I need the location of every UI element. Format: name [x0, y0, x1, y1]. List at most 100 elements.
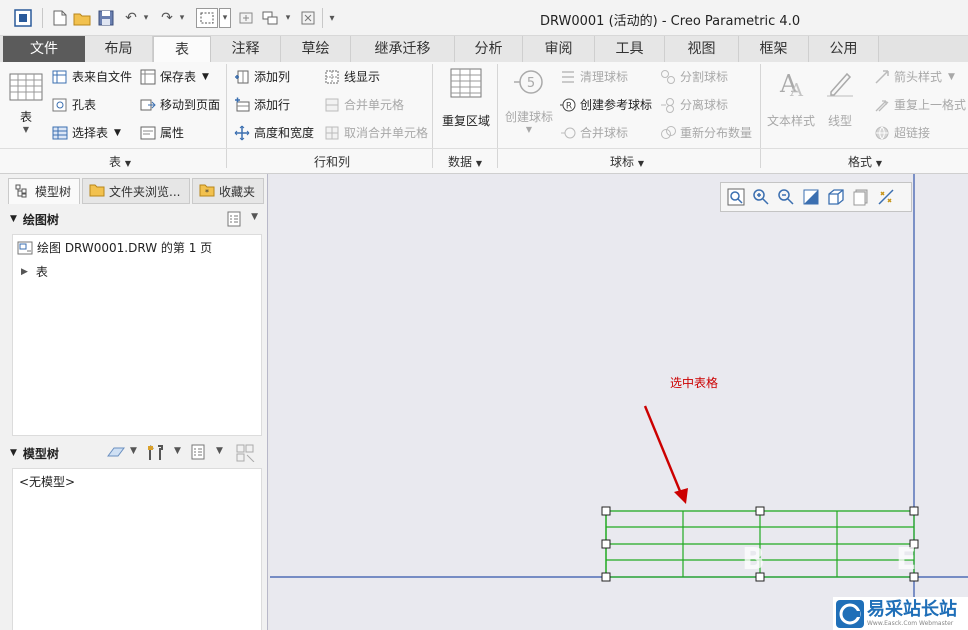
unmerge-cells-button[interactable]: 取消合并单元格 [324, 124, 428, 141]
tab-model-tree[interactable]: 模型树 [8, 178, 80, 204]
tab-common[interactable]: 公用 [809, 36, 879, 62]
chevron-down-icon: ▼ [124, 159, 131, 168]
merge-balloon-button[interactable]: 合并球标 [560, 124, 628, 141]
collapse-triangle-icon[interactable]: ▼ [10, 448, 17, 458]
tab-table[interactable]: 表 [153, 36, 211, 63]
select-table-button[interactable]: 选择表 ▼ [52, 124, 121, 141]
table-from-file-button[interactable]: 表来自文件 [52, 68, 132, 85]
split-balloon-icon [660, 69, 676, 85]
drawing-tree-header[interactable]: ▼ 绘图树 ▼ [10, 206, 262, 232]
redo-dropdown-icon[interactable]: ▾ [176, 8, 188, 28]
create-ref-balloon-button[interactable]: R 创建参考球标 [560, 96, 652, 113]
tab-file[interactable]: 文件 [3, 36, 85, 62]
favorites-star-icon: * [199, 183, 215, 199]
add-row-button[interactable]: 添加行 [234, 96, 290, 113]
annotation-label: 选中表格 [670, 376, 719, 390]
select-box-icon[interactable] [196, 8, 218, 28]
model-display-icon[interactable] [236, 444, 256, 463]
repeat-format-icon [874, 97, 890, 113]
drawing-canvas[interactable]: 选中表格 B E [270, 174, 968, 630]
tab-layout[interactable]: 布局 [85, 36, 153, 62]
tree-item-drawing-sheet[interactable]: 绘图 DRW0001.DRW 的第 1 页 [17, 239, 212, 256]
folder-icon [89, 183, 105, 199]
select-table-icon [52, 125, 68, 141]
app-menu-icon[interactable] [12, 8, 34, 28]
tab-legacy-migration[interactable]: 继承迁移 [351, 36, 455, 62]
hyperlink-button[interactable]: 超链接 [874, 124, 930, 141]
add-column-button[interactable]: 添加列 [234, 68, 290, 85]
redo-icon[interactable]: ↷ [158, 8, 176, 28]
new-file-icon[interactable] [50, 8, 70, 28]
ribbon-panel: 表 ▼ 表来自文件 保存表 ▼ 孔表 移动到页面 选择表 ▼ 属性 添加列 线显… [0, 62, 968, 174]
line-style-pen-icon [827, 72, 853, 97]
chevron-down-icon[interactable]: ▼ [130, 446, 137, 456]
merge-balloon-icon [560, 125, 576, 141]
redistribute-qty-button[interactable]: 重新分布数量 [660, 124, 752, 141]
customize-toolbar-icon[interactable]: ▾ [326, 8, 338, 28]
tab-tools[interactable]: 工具 [595, 36, 665, 62]
tab-sketch[interactable]: 草绘 [281, 36, 351, 62]
windows-icon[interactable] [260, 8, 280, 28]
undo-dropdown-icon[interactable]: ▾ [140, 8, 152, 28]
chevron-down-icon: ▼ [202, 71, 209, 82]
group-label-balloon[interactable]: 球标 ▼ [596, 153, 658, 170]
close-window-icon[interactable] [298, 8, 318, 28]
group-label-data[interactable]: 数据 ▼ [434, 153, 496, 170]
group-label-rows-cols: 行和列 [313, 155, 350, 169]
properties-button[interactable]: 属性 [140, 124, 184, 141]
save-icon[interactable] [96, 8, 116, 28]
chevron-down-icon[interactable]: ▼ [174, 446, 181, 456]
model-tree-header[interactable]: ▼ 模型树 ▼ ▼ ▼ [10, 440, 262, 466]
save-table-button[interactable]: 保存表 ▼ [140, 68, 209, 85]
model-tree: <无模型> [12, 468, 262, 630]
collapse-triangle-icon[interactable]: ▼ [10, 214, 17, 224]
hole-table-icon [52, 97, 68, 113]
arrow-style-button[interactable]: 箭头样式 ▼ [874, 68, 955, 85]
tab-view[interactable]: 视图 [665, 36, 739, 62]
split-balloon-button[interactable]: 分割球标 [660, 68, 728, 85]
group-label-table[interactable]: 表 ▼ [90, 153, 150, 170]
undo-icon[interactable]: ↶ [122, 8, 140, 28]
tree-item-table[interactable]: ▶ 表 [21, 263, 48, 280]
expand-triangle-icon[interactable]: ▶ [21, 267, 28, 277]
tab-review[interactable]: 审阅 [523, 36, 595, 62]
tree-settings-icon[interactable] [190, 444, 208, 462]
open-folder-icon[interactable] [72, 8, 92, 28]
canvas-drawing [270, 174, 968, 630]
detach-balloon-button[interactable]: 分离球标 [660, 96, 728, 113]
windows-dropdown-icon[interactable]: ▾ [282, 8, 294, 28]
regenerate-icon[interactable] [236, 8, 256, 28]
tab-annotate[interactable]: 注释 [211, 36, 281, 62]
repeat-region-button[interactable]: 重复区域 [440, 68, 492, 142]
height-width-button[interactable]: 高度和宽度 [234, 124, 314, 141]
chevron-down-icon[interactable]: ▼ [216, 446, 223, 456]
text-style-button[interactable]: AA 文本样式 [766, 68, 816, 142]
chevron-down-icon: ▼ [22, 125, 30, 134]
balloon-icon: 5 [514, 70, 543, 94]
line-display-button[interactable]: 线显示 [324, 68, 380, 85]
repeat-last-format-button[interactable]: 重复上一格式 [874, 96, 966, 113]
line-style-button[interactable]: 线型 [822, 68, 858, 142]
chevron-down-icon[interactable]: ▼ [251, 212, 258, 222]
chevron-down-icon: ▼ [475, 159, 482, 168]
merge-cells-button[interactable]: 合并单元格 [324, 96, 404, 113]
show-filter-icon[interactable] [106, 444, 126, 462]
create-balloon-button[interactable]: 5 创建球标 ▼ [502, 68, 556, 142]
table-button-label: 表 [19, 110, 32, 124]
clean-balloon-button[interactable]: 清理球标 [560, 68, 628, 85]
move-to-page-button[interactable]: 移动到页面 [140, 96, 220, 113]
hole-table-button[interactable]: 孔表 [52, 96, 96, 113]
tab-frame[interactable]: 框架 [739, 36, 809, 62]
table-button[interactable]: 表 ▼ [8, 72, 44, 146]
group-label-format[interactable]: 格式 ▼ [834, 153, 896, 170]
ribbon-tabs: 文件 布局 表 注释 草绘 继承迁移 分析 审阅 工具 视图 框架 公用 [0, 36, 968, 63]
select-dropdown-icon[interactable]: ▾ [219, 8, 231, 28]
tab-analysis[interactable]: 分析 [455, 36, 523, 62]
ghost-letter-e: E [896, 542, 917, 577]
svg-text:A: A [789, 80, 804, 98]
tools-icon[interactable] [146, 444, 164, 462]
tab-favorites[interactable]: * 收藏夹 [192, 178, 264, 204]
left-panel: 模型树 文件夹浏览... * 收藏夹 ▼ 绘图树 ▼ 绘图 DRW0001.DR… [0, 174, 268, 630]
tab-folder-browser[interactable]: 文件夹浏览... [82, 178, 190, 204]
tree-settings-icon[interactable] [226, 211, 242, 227]
